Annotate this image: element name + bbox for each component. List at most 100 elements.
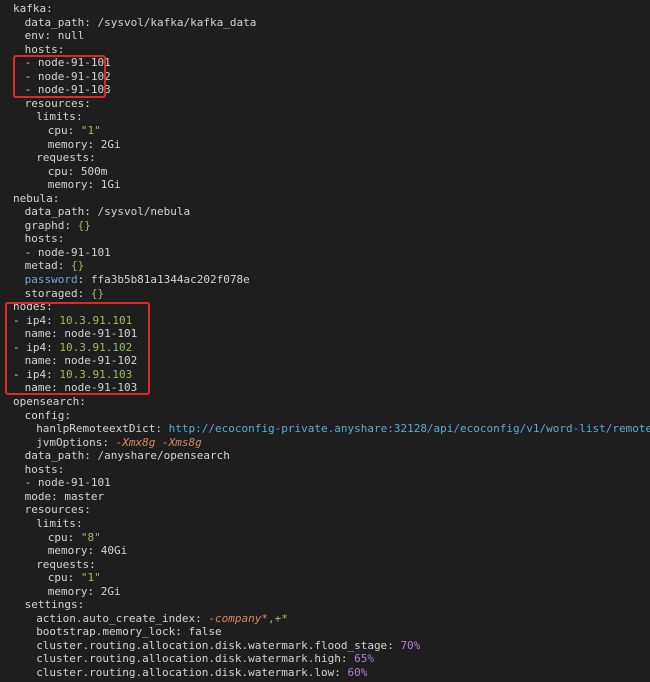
code-token: node-91-102	[37, 69, 111, 83]
code-line: - ip4: 10.3.91.102	[13, 341, 132, 355]
code-line: - node-91-103	[25, 83, 111, 97]
code-token: node-91-103	[64, 381, 138, 395]
code-token: :	[87, 584, 101, 598]
code-token: -	[24, 245, 38, 259]
code-token: resources	[24, 503, 85, 517]
code-token: hosts	[24, 42, 58, 56]
code-token: jvmOptions	[36, 435, 103, 449]
code-token: /sysvol/nebula	[97, 205, 191, 219]
code-line: nodes:	[13, 300, 53, 314]
code-line: requests:	[36, 558, 96, 572]
code-line: nebula:	[13, 192, 59, 206]
code-token: :	[57, 259, 71, 273]
code-line: cluster.routing.allocation.disk.watermar…	[36, 639, 420, 653]
code-line: storaged: {}	[25, 287, 104, 301]
code-line: memory: 40Gi	[48, 544, 128, 558]
code-token: master	[64, 489, 105, 503]
code-line: data_path: /sysvol/nebula	[25, 205, 191, 219]
code-token: :	[75, 516, 83, 530]
code-token: -	[24, 83, 38, 97]
code-token: :	[84, 449, 98, 463]
code-token: requests	[36, 151, 90, 165]
code-token: ip4	[26, 340, 47, 354]
code-token: hosts	[24, 462, 58, 476]
code-token: null	[57, 29, 85, 43]
code-token: :	[340, 652, 355, 666]
code-token: ip4	[26, 313, 47, 327]
code-token: :	[46, 2, 53, 15]
code-line: resources:	[25, 97, 91, 111]
yaml-code-editor[interactable]: kafka: data_path: /sysvol/kafka/kafka_dat…	[0, 0, 650, 682]
code-token: bootstrap.memory_lock	[36, 625, 176, 639]
code-token: password	[24, 273, 78, 286]
code-token: mode	[24, 489, 52, 503]
code-token: {}	[70, 259, 85, 273]
code-token: node-91-101	[37, 56, 111, 70]
code-token: node-91-102	[64, 354, 138, 368]
code-line: memory: 2Gi	[48, 138, 121, 152]
code-token: :	[57, 462, 65, 476]
code-token: memory	[47, 544, 88, 557]
code-token: :	[51, 489, 65, 503]
code-token: name	[24, 327, 52, 341]
code-line: hosts:	[25, 232, 65, 246]
code-token: "8"	[80, 530, 101, 544]
code-token: :	[387, 638, 401, 652]
code-token: cpu	[47, 571, 68, 585]
code-line: opensearch:	[13, 395, 86, 409]
code-token: :	[102, 435, 116, 449]
code-token: -	[24, 56, 38, 70]
code-token: 70%	[400, 638, 421, 652]
code-token: limits	[36, 110, 76, 124]
code-token: ip4	[26, 367, 47, 381]
code-token: 10.3.91.103	[59, 367, 133, 381]
code-token: :	[64, 218, 78, 232]
code-token: :	[89, 557, 96, 571]
code-token: node-91-101	[37, 245, 111, 259]
code-token: :	[75, 110, 83, 124]
code-token: 40Gi	[100, 544, 128, 557]
code-token: "1"	[80, 571, 101, 585]
code-token: nodes	[13, 300, 47, 314]
code-token: 10.3.91.102	[59, 340, 133, 354]
code-token: 2Gi	[100, 584, 121, 598]
code-line: hosts:	[25, 43, 65, 57]
code-line: memory: 2Gi	[48, 585, 121, 599]
code-token: config	[24, 408, 65, 422]
code-token: :	[44, 29, 58, 43]
code-token: nebula	[13, 191, 53, 205]
code-token: -	[24, 69, 38, 83]
code-line: hosts:	[25, 463, 65, 477]
code-token: {}	[77, 218, 91, 232]
code-token: :	[46, 340, 60, 354]
code-token: cluster.routing.allocation.disk.watermar…	[36, 666, 335, 679]
code-token: :	[51, 327, 65, 341]
code-line: memory: 1Gi	[48, 178, 121, 192]
code-line: cpu: "1"	[48, 571, 101, 585]
code-token: :	[67, 571, 81, 585]
code-token: :	[175, 625, 189, 639]
code-token: 60%	[347, 666, 368, 679]
code-token: -company*	[208, 611, 268, 625]
code-token: hosts	[24, 232, 58, 246]
code-line: kafka:	[13, 2, 53, 16]
code-token: :	[89, 151, 96, 165]
code-token: :	[51, 381, 65, 395]
code-line: jvmOptions: -Xmx8g -Xms8g	[36, 436, 202, 450]
code-line: data_path: /anyshare/opensearch	[25, 449, 230, 463]
code-token: 10.3.91.101	[59, 313, 133, 327]
code-token: name	[24, 381, 52, 395]
code-token: :	[84, 15, 98, 29]
code-token: hanlpRemoteextDict	[36, 422, 156, 436]
code-line: graphd: {}	[25, 219, 91, 233]
code-token: "1"	[80, 124, 101, 137]
code-token: :	[87, 137, 101, 151]
code-line: data_path: /sysvol/kafka/kafka_data	[25, 16, 257, 30]
code-token: action.auto_create_index	[36, 611, 196, 625]
code-token: opensearch	[13, 395, 80, 408]
code-token: memory	[47, 178, 88, 192]
code-token: node-91-101	[64, 327, 138, 341]
code-line: env: null	[25, 29, 85, 43]
code-line: resources:	[25, 503, 91, 517]
code-token: metad	[24, 259, 58, 273]
